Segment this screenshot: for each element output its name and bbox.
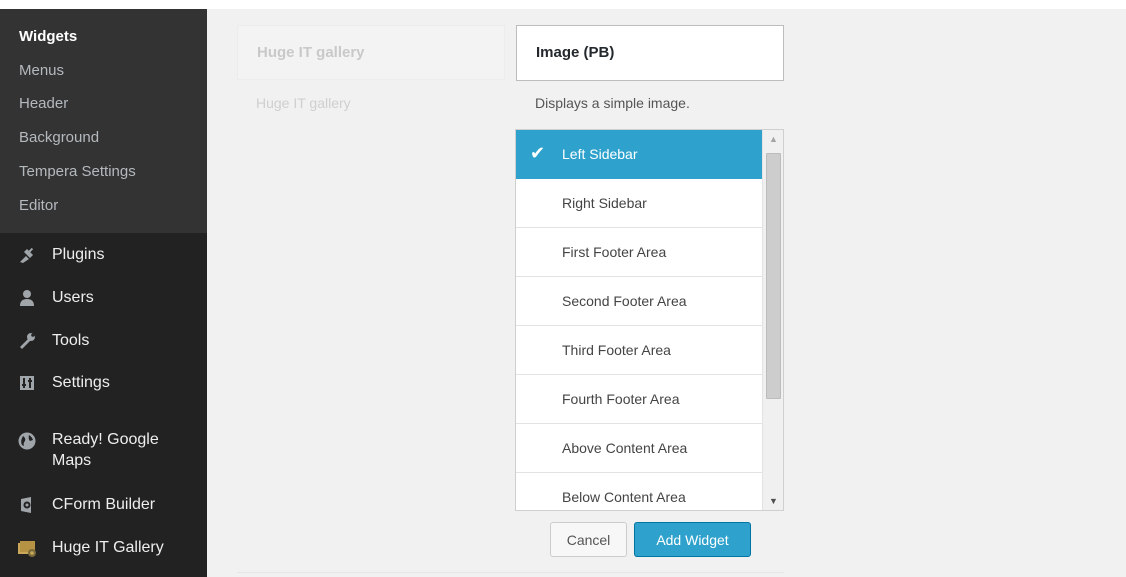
appearance-submenu: Widgets Menus Header Background Tempera … xyxy=(0,9,207,233)
area-option-label: Below Content Area xyxy=(562,489,686,505)
plugins-icon xyxy=(17,245,37,265)
submenu-item-background[interactable]: Background xyxy=(19,129,99,146)
area-option-below-content[interactable]: Below Content Area xyxy=(516,473,762,510)
area-option-label: First Footer Area xyxy=(562,244,667,260)
area-option-right-sidebar[interactable]: Right Sidebar xyxy=(516,179,762,228)
available-widget-description: Huge IT gallery xyxy=(256,95,351,111)
area-option-third-footer[interactable]: Third Footer Area xyxy=(516,326,762,375)
available-widget-title[interactable]: Huge IT gallery xyxy=(237,25,505,80)
checkmark-icon: ✔ xyxy=(530,143,546,163)
submenu-item-tempera-settings[interactable]: Tempera Settings xyxy=(19,163,136,180)
area-option-label: Third Footer Area xyxy=(562,342,671,358)
gallery-icon xyxy=(17,538,37,558)
area-option-label: Right Sidebar xyxy=(562,195,647,211)
menu-label-line2: Maps xyxy=(52,452,92,469)
top-strip xyxy=(0,0,1126,9)
menu-label: Tools xyxy=(52,332,90,349)
users-icon xyxy=(17,288,37,308)
menu-label: Users xyxy=(52,289,94,306)
widget-area-chooser[interactable]: ✔ Left Sidebar Right Sidebar First Foote… xyxy=(515,129,784,511)
menu-label: Settings xyxy=(52,374,110,391)
area-option-first-footer[interactable]: First Footer Area xyxy=(516,228,762,277)
settings-icon xyxy=(17,373,37,393)
menu-label: Plugins xyxy=(52,246,105,263)
scroll-up-arrow-icon[interactable]: ▲ xyxy=(763,130,783,148)
submenu-item-editor[interactable]: Editor xyxy=(19,197,58,214)
area-option-second-footer[interactable]: Second Footer Area xyxy=(516,277,762,326)
area-option-label: Above Content Area xyxy=(562,440,688,456)
menu-item-huge-it-gallery[interactable]: Huge IT Gallery xyxy=(0,538,207,558)
submenu-item-menus[interactable]: Menus xyxy=(19,62,64,79)
scroll-down-arrow-icon[interactable]: ▼ xyxy=(763,492,783,510)
menu-item-settings[interactable]: Settings xyxy=(0,373,207,393)
menu-item-tools[interactable]: Tools xyxy=(0,331,207,351)
chooser-widget-title[interactable]: Image (PB) xyxy=(516,25,784,81)
divider xyxy=(237,572,784,573)
area-option-label: Left Sidebar xyxy=(562,146,638,162)
widgets-main: Huge IT gallery Huge IT gallery Image (P… xyxy=(207,9,1126,577)
add-widget-button[interactable]: Add Widget xyxy=(634,522,751,557)
menu-label-line1: Ready! Google xyxy=(52,431,159,448)
menu-item-cform-builder[interactable]: CForm Builder xyxy=(0,495,207,515)
scrollbar-thumb[interactable] xyxy=(766,153,781,399)
menu-item-users[interactable]: Users xyxy=(0,288,207,308)
menu-label: CForm Builder xyxy=(52,496,156,513)
area-option-left-sidebar[interactable]: ✔ Left Sidebar xyxy=(516,130,762,179)
available-widget-title-text: Huge IT gallery xyxy=(257,44,365,61)
area-option-label: Second Footer Area xyxy=(562,293,687,309)
area-option-fourth-footer[interactable]: Fourth Footer Area xyxy=(516,375,762,424)
cancel-button[interactable]: Cancel xyxy=(550,522,627,557)
chooser-widget-title-text: Image (PB) xyxy=(536,44,615,61)
chooser-widget-description: Displays a simple image. xyxy=(535,95,690,111)
submenu-item-widgets[interactable]: Widgets xyxy=(19,28,77,45)
menu-item-plugins[interactable]: Plugins xyxy=(0,245,207,265)
submenu-item-header[interactable]: Header xyxy=(19,95,68,112)
area-option-above-content[interactable]: Above Content Area xyxy=(516,424,762,473)
globe-icon xyxy=(17,431,37,451)
menu-item-ready-google-maps[interactable]: Ready! Google Maps xyxy=(0,430,207,472)
admin-sidebar: Widgets Menus Header Background Tempera … xyxy=(0,9,207,577)
menu-label: Huge IT Gallery xyxy=(52,539,164,556)
cform-icon xyxy=(17,495,37,515)
tools-icon xyxy=(17,331,37,351)
area-option-label: Fourth Footer Area xyxy=(562,391,680,407)
chooser-scrollbar[interactable]: ▲ ▼ xyxy=(762,130,783,510)
